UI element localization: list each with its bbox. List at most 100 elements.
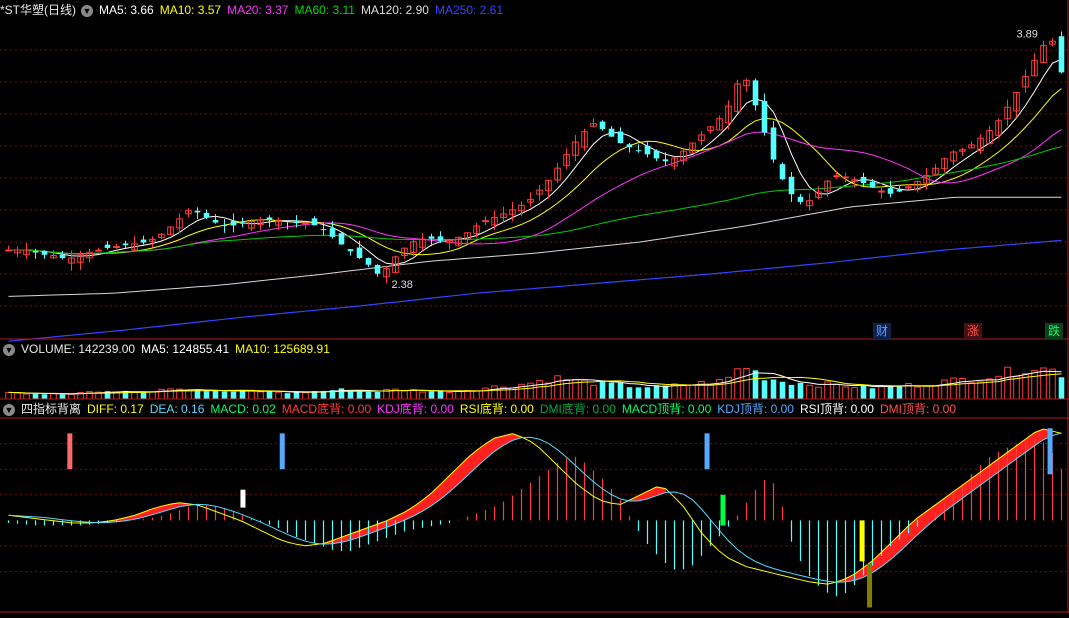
candle-body: [284, 220, 291, 222]
candle-body: [302, 222, 309, 225]
candle-body: [869, 181, 876, 188]
volume-bar: [797, 382, 804, 399]
volume-bar: [554, 375, 561, 400]
indicator-legend-item: KDJ底背: 0.00: [377, 402, 454, 416]
macd-histogram: [7, 439, 1063, 597]
low-annotation: 2.38: [392, 279, 413, 291]
volume-bar: [689, 384, 696, 400]
candle-body: [365, 258, 372, 265]
volume-bar: [851, 387, 858, 400]
candle-body: [1058, 36, 1065, 73]
volume-bar: [428, 391, 435, 399]
grid-lines: [0, 49, 1069, 573]
candle-body: [833, 175, 840, 178]
candle-body: [599, 121, 606, 130]
chevron-down-icon[interactable]: ▼: [3, 403, 15, 416]
volume-bar: [788, 384, 795, 399]
info-tag[interactable]: 涨: [964, 323, 983, 339]
volume-bar: [212, 389, 219, 399]
candle-body: [104, 244, 111, 248]
candle-body: [230, 220, 237, 226]
main-legend: *ST华塑(日线) ▼ MA5: 3.66 MA10: 3.57 MA20: 3.37 M…: [0, 1, 515, 19]
chart-canvas[interactable]: 3.89 2.38: [0, 0, 1069, 613]
volume-bar: [635, 387, 642, 399]
candle-body: [770, 127, 777, 160]
indicator-legend-item: RSI顶背: 0.00: [799, 402, 874, 416]
volume-bar: [716, 378, 723, 400]
divergence-marker: [704, 433, 710, 470]
volume-bar: [266, 391, 273, 399]
info-tag[interactable]: 跌: [1045, 323, 1064, 339]
candle-body: [140, 239, 147, 243]
volume-bar: [536, 379, 543, 400]
volume-bar: [239, 390, 246, 399]
indicator-title[interactable]: 四指标背离: [21, 402, 81, 416]
volume-bar: [50, 392, 57, 400]
candle-body: [32, 250, 39, 253]
volume-bar: [185, 390, 192, 400]
volume-bar: [914, 386, 921, 400]
ma-legend-item: MA10: 3.57: [159, 3, 222, 17]
volume-ma-line: [8, 370, 1062, 395]
volume-bar: [581, 379, 588, 400]
ma-legend-item: MA250: 2.61: [434, 3, 504, 17]
candle-body: [212, 220, 219, 223]
volume-bar: [437, 390, 444, 399]
volume-bar: [653, 385, 660, 399]
volume-bar: [761, 380, 768, 399]
candle-body: [95, 249, 102, 252]
stock-chart-window[interactable]: 3.89 2.38 *ST华塑(日线) ▼ MA5: 3.66 MA10: 3.57 MA…: [0, 0, 1069, 613]
indicator-legend-item: MACD: 0.02: [210, 402, 276, 416]
indicator-legend-item: DMI顶背: 0.00: [879, 402, 957, 416]
volume-bar: [482, 387, 489, 400]
volume-bar: [464, 390, 471, 400]
volume-value: VOLUME: 142239.00: [21, 342, 136, 356]
volume-bars: [5, 366, 1065, 400]
volume-bar: [284, 393, 291, 399]
volume-ma5: MA5: 124855.41: [141, 342, 230, 356]
volume-bar: [140, 392, 147, 399]
candle-body: [122, 243, 129, 246]
volume-bar: [455, 390, 462, 400]
candle-body: [797, 196, 804, 202]
candle-body: [617, 131, 624, 144]
candle-body: [239, 222, 246, 224]
divergence-marker: [867, 563, 873, 608]
volume-bar: [293, 392, 300, 399]
candle-body: [842, 176, 849, 179]
chevron-down-icon[interactable]: ▼: [3, 343, 15, 356]
volume-bar: [941, 379, 948, 400]
divergence-marker: [240, 489, 246, 508]
info-tag[interactable]: 财: [873, 323, 892, 339]
chevron-down-icon[interactable]: ▼: [81, 4, 93, 17]
volume-bar: [248, 389, 255, 400]
volume-bar: [365, 391, 372, 399]
volume-bar: [806, 384, 813, 400]
volume-bar: [473, 390, 480, 400]
indicator-legend-item: DEA: 0.16: [149, 402, 205, 416]
stock-title[interactable]: *ST华塑(日线): [0, 3, 76, 17]
volume-bar: [1004, 366, 1011, 400]
volume-bar: [347, 391, 354, 399]
volume-bar: [59, 394, 66, 399]
volume-bar: [626, 387, 633, 399]
candle-body: [905, 186, 912, 189]
candle-body: [221, 225, 228, 227]
volume-bar: [968, 382, 975, 400]
volume-bar: [887, 385, 894, 399]
volume-bar: [869, 388, 876, 399]
indicator-legend-item: MACD顶背: 0.00: [621, 402, 712, 416]
ma-line: [8, 196, 1062, 297]
candle-body: [113, 246, 120, 249]
volume-bar: [644, 387, 651, 399]
candle-body: [860, 176, 867, 184]
candle-body: [887, 188, 894, 194]
volume-bar: [743, 368, 750, 400]
price-annotations: 3.89 2.38: [392, 28, 1038, 290]
volume-bar: [194, 390, 201, 399]
ma-legend-item: MA20: 3.37: [227, 3, 289, 17]
candle-body: [338, 233, 345, 245]
candle-body: [626, 144, 633, 148]
volume-bar: [1049, 368, 1056, 400]
volume-bar: [680, 385, 687, 400]
